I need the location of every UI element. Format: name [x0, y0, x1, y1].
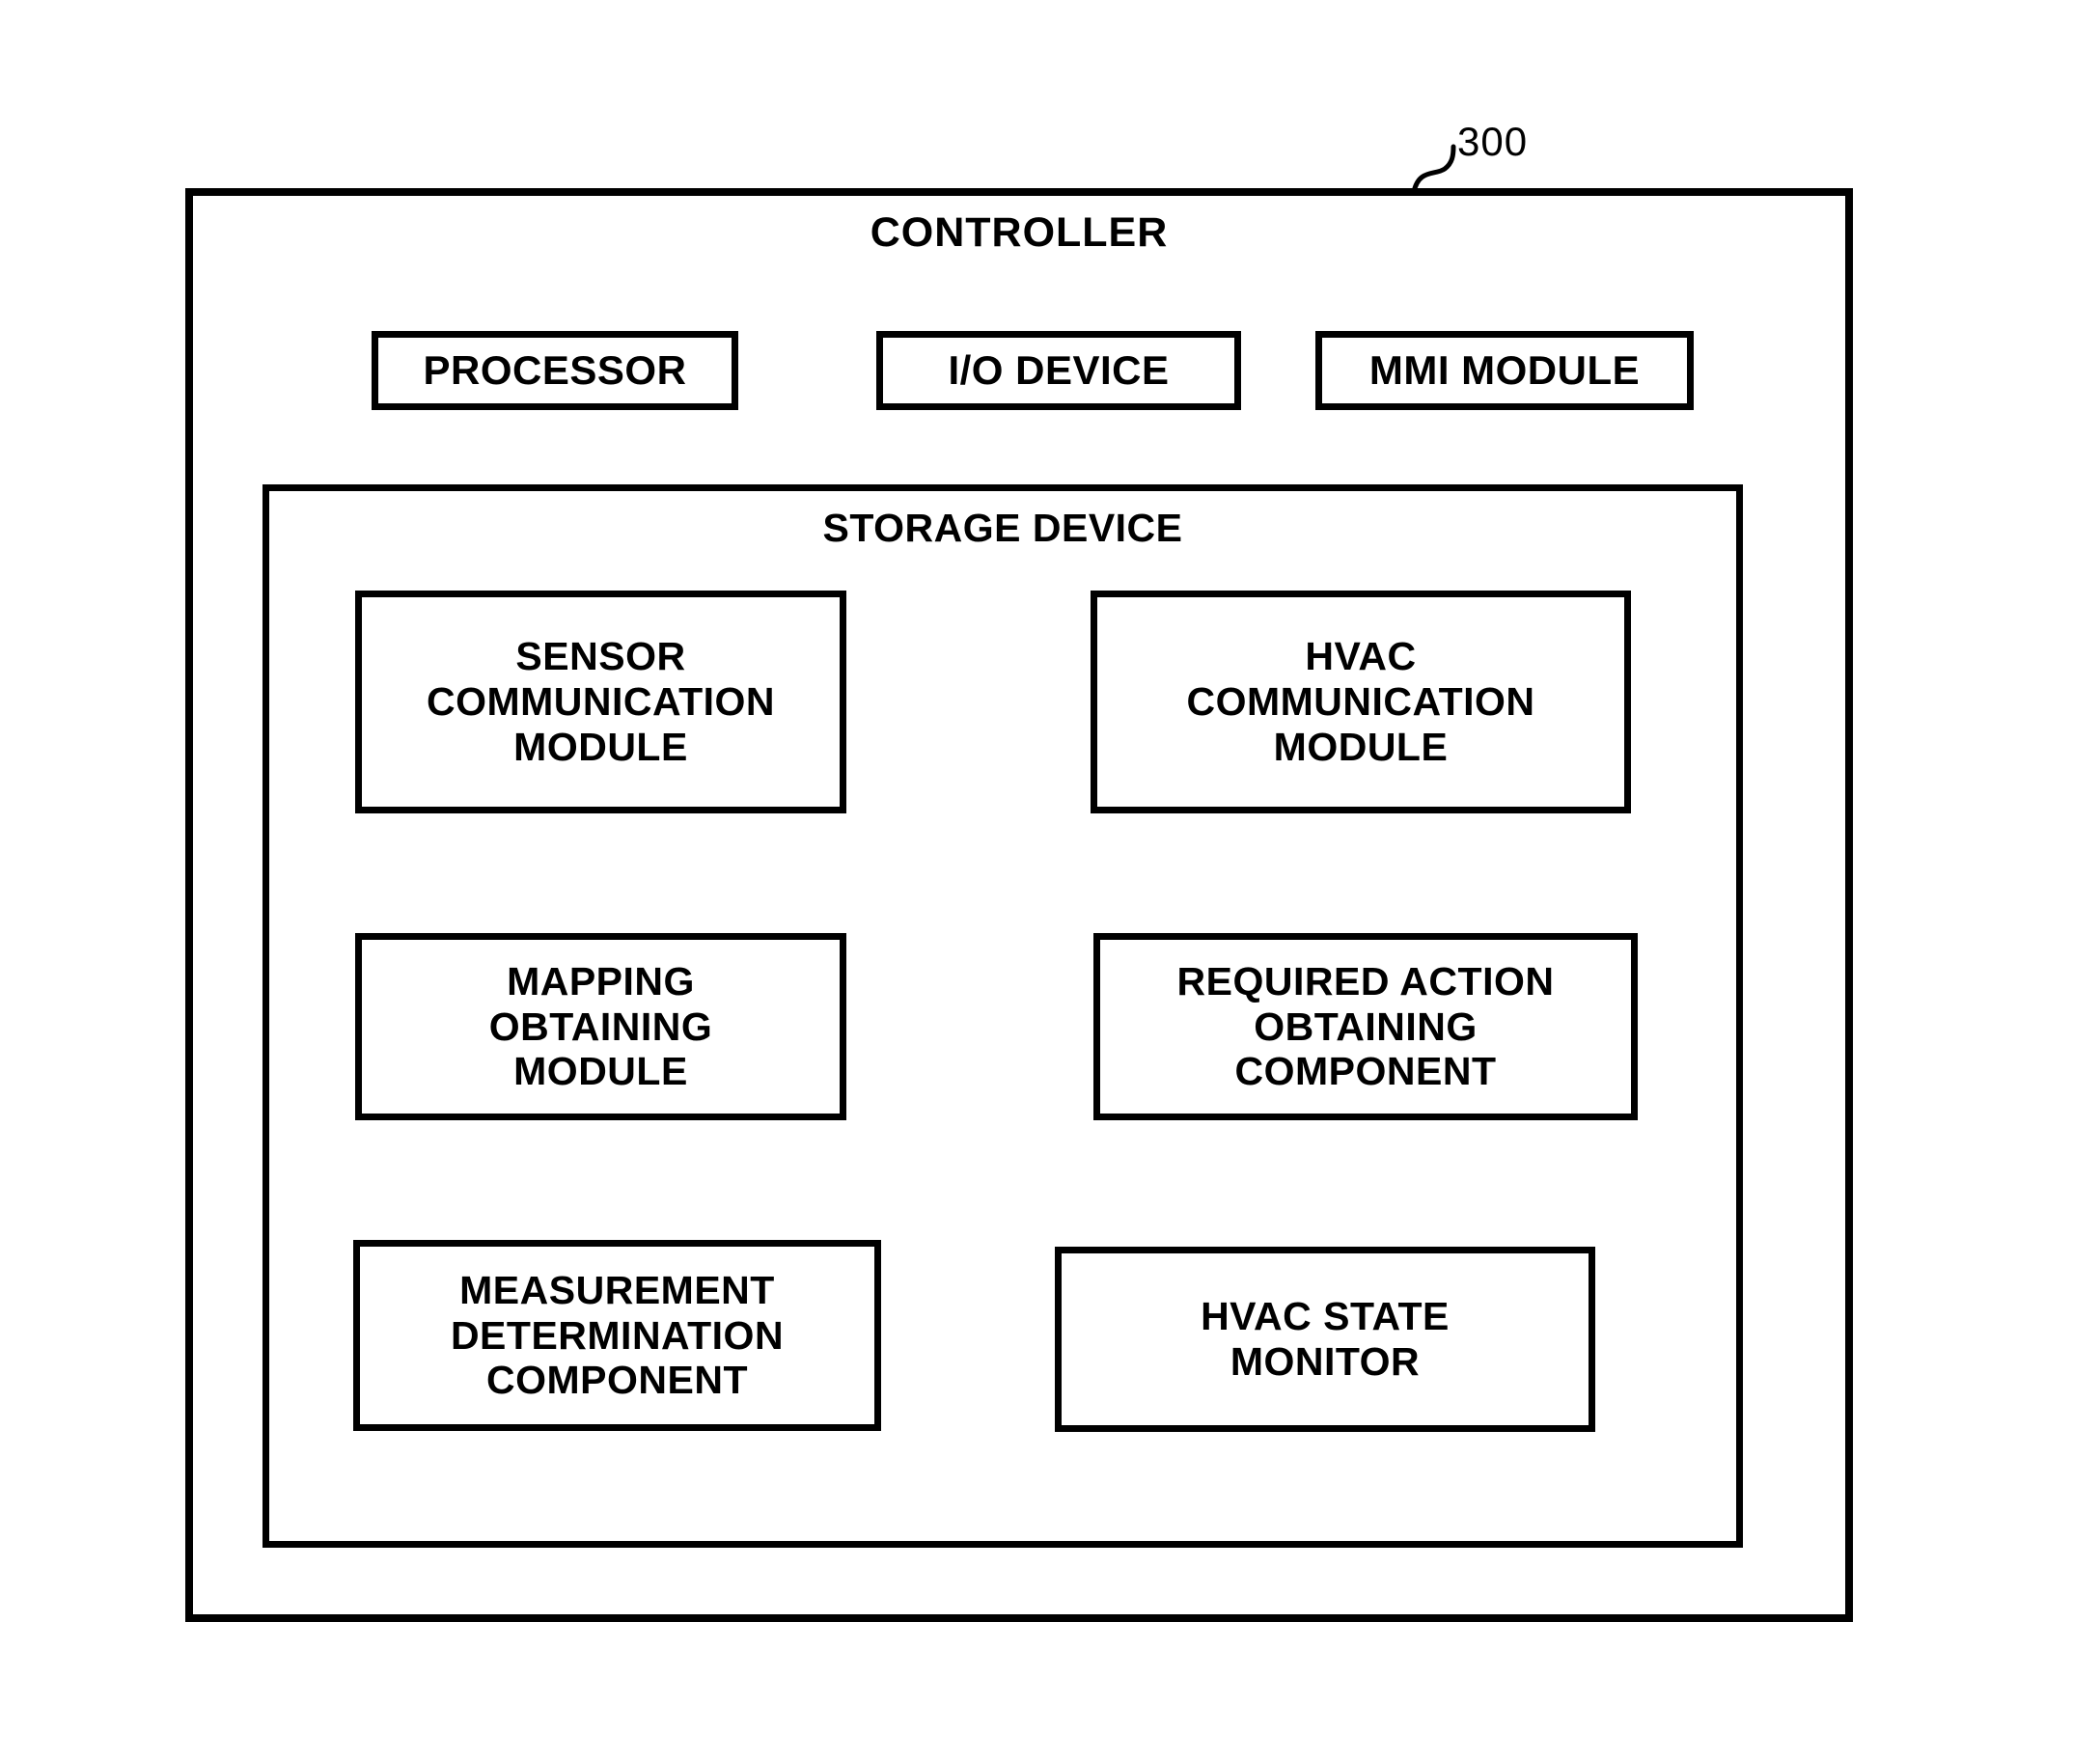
mapping-obtaining-module-block[interactable]: MAPPING OBTAINING MODULE [355, 933, 846, 1120]
measurement-determination-component-label: MEASUREMENT DETERMINATION COMPONENT [450, 1267, 785, 1403]
processor-label: PROCESSOR [423, 347, 687, 394]
mmi-module-label: MMI MODULE [1368, 347, 1641, 394]
measurement-determination-component-block[interactable]: MEASUREMENT DETERMINATION COMPONENT [353, 1240, 881, 1431]
figure-canvas: 300 304 308 312 316 320 324 328 332 336 … [0, 0, 2100, 1760]
hvac-communication-module-label: HVAC COMMUNICATION MODULE [1186, 634, 1535, 769]
io-device-block[interactable]: I/O DEVICE [876, 331, 1241, 410]
reference-numeral-300: 300 [1457, 119, 1529, 164]
storage-device-title: STORAGE DEVICE [822, 506, 1183, 550]
sensor-communication-module-block[interactable]: SENSOR COMMUNICATION MODULE [355, 591, 846, 813]
sensor-communication-module-label: SENSOR COMMUNICATION MODULE [426, 634, 776, 769]
mapping-obtaining-module-label: MAPPING OBTAINING MODULE [488, 958, 713, 1094]
mmi-module-block[interactable]: MMI MODULE [1315, 331, 1694, 410]
required-action-obtaining-component-block[interactable]: REQUIRED ACTION OBTAINING COMPONENT [1093, 933, 1638, 1120]
hvac-state-monitor-block[interactable]: HVAC STATE MONITOR [1055, 1247, 1595, 1432]
controller-title: CONTROLLER [870, 209, 1169, 256]
leader-line-300 [1411, 144, 1456, 195]
hvac-communication-module-block[interactable]: HVAC COMMUNICATION MODULE [1091, 591, 1631, 813]
required-action-obtaining-component-label: REQUIRED ACTION OBTAINING COMPONENT [1176, 958, 1555, 1094]
io-device-label: I/O DEVICE [948, 347, 1170, 394]
processor-block[interactable]: PROCESSOR [372, 331, 738, 410]
hvac-state-monitor-label: HVAC STATE MONITOR [1201, 1294, 1450, 1384]
